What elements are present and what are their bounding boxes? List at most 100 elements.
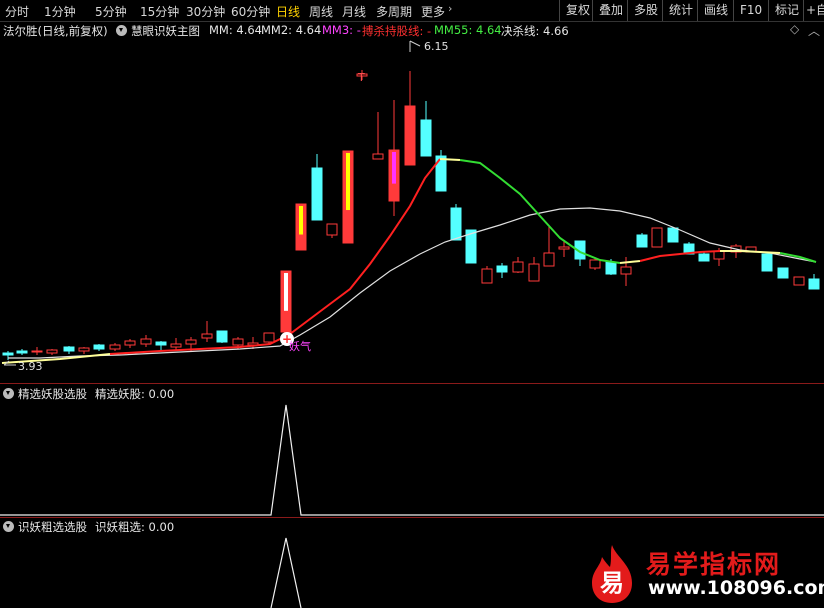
period-tab-daily[interactable]: 日线 <box>276 3 300 20</box>
candle-highlight-stripe <box>392 152 396 184</box>
period-tab-multi[interactable]: 多周期 <box>376 3 412 20</box>
candle-up <box>481 266 493 284</box>
panel2-signal-line <box>0 404 824 516</box>
candle-body <box>170 343 182 348</box>
flame-logo-icon: 易 <box>592 545 632 603</box>
kline-chart[interactable]: 6.15 T 3.93 + 妖气 <box>0 38 824 384</box>
more-chevron-icon[interactable]: › <box>448 2 452 15</box>
candle-up <box>543 227 555 267</box>
fuquan-button[interactable]: 复权 <box>559 0 596 21</box>
candle-body <box>620 266 632 275</box>
candle-down <box>698 252 710 262</box>
candle-highlight-stripe <box>299 206 303 235</box>
stats-button[interactable]: 统计 <box>662 0 699 21</box>
candle-body <box>185 339 197 345</box>
mm2-value: MM2: 4.64 <box>261 23 322 37</box>
ma-segment <box>619 260 641 264</box>
candle-up <box>295 203 307 251</box>
candle-body <box>528 263 540 282</box>
multi-stock-button[interactable]: 多股 <box>627 0 664 21</box>
period-tab-more[interactable]: 更多 <box>421 3 445 20</box>
candle-up <box>342 150 354 244</box>
candle-down <box>2 351 14 360</box>
candle-body <box>512 261 524 273</box>
candle-up <box>388 100 400 216</box>
candle-up <box>140 335 152 347</box>
f10-button[interactable]: F10 <box>733 0 768 21</box>
candle-down <box>435 150 447 192</box>
candle-up <box>78 347 90 354</box>
indicator-name[interactable]: 慧眼识妖主图 <box>131 23 200 39</box>
candle-down <box>63 346 75 354</box>
mark-button[interactable]: 标记 <box>768 0 805 21</box>
candle-down <box>761 253 773 272</box>
candle-body <box>31 350 43 353</box>
yaoqi-signal-label: 妖气 <box>289 339 311 353</box>
mm55-value: MM55: 4.64 <box>434 23 502 37</box>
candle-body <box>450 207 462 241</box>
period-tab-weekly[interactable]: 周线 <box>309 3 333 20</box>
period-tab-60min[interactable]: 60分钟 <box>231 3 270 20</box>
candle-up <box>46 349 58 355</box>
panel2-dropdown-icon[interactable] <box>3 388 14 399</box>
period-tab-fenshi[interactable]: 分时 <box>5 3 29 20</box>
candle-body <box>558 246 570 250</box>
candle-body <box>636 234 648 248</box>
panel-separator-2 <box>0 517 824 518</box>
panel2-signal-chart[interactable] <box>0 400 824 518</box>
period-tab-monthly[interactable]: 月线 <box>342 3 366 20</box>
candle-up <box>31 347 43 355</box>
watermark: 易 易学指标网 www.108096.com <box>582 543 824 605</box>
candle-body <box>605 261 617 275</box>
juesha-line-value: 决杀线: 4.66 <box>501 24 569 38</box>
candle-up <box>404 71 416 166</box>
candle-up <box>372 112 384 160</box>
watermark-title: 易学指标网 <box>646 550 782 579</box>
overlay-button[interactable]: 叠加 <box>592 0 629 21</box>
candle-body <box>761 253 773 272</box>
low-price-label: 3.93 <box>18 360 43 373</box>
add-custom-button[interactable]: +自 <box>803 0 824 21</box>
candle-body <box>78 347 90 352</box>
candle-body <box>420 119 432 157</box>
candle-down <box>450 204 462 241</box>
candlestick-series <box>2 70 820 360</box>
period-tab-30min[interactable]: 30分钟 <box>186 3 225 20</box>
mm3-value: MM3: - <box>322 23 361 37</box>
chevron-up-icon[interactable]: ︿ <box>808 22 820 39</box>
period-tab-1min[interactable]: 1分钟 <box>44 3 76 20</box>
candle-up <box>793 276 805 286</box>
candle-down <box>93 344 105 351</box>
candle-body <box>651 227 663 248</box>
candle-body <box>481 268 493 284</box>
candle-body <box>63 346 75 352</box>
candle-body <box>93 344 105 350</box>
candle-down <box>311 154 323 221</box>
candle-body <box>2 352 14 356</box>
candle-body <box>216 330 228 343</box>
panel3-dropdown-icon[interactable] <box>3 521 14 532</box>
draw-line-button[interactable]: 画线 <box>697 0 734 21</box>
candle-body <box>155 341 167 346</box>
candle-body <box>263 332 275 343</box>
candle-body <box>140 338 152 345</box>
candle-down <box>155 341 167 350</box>
dropdown-circle-icon[interactable] <box>116 25 127 36</box>
diamond-icon[interactable]: ◇ <box>790 22 799 36</box>
stock-title: 法尔胜(日线,前复权) <box>3 24 108 38</box>
candle-down <box>420 101 432 157</box>
bosha-line-value: 搏杀持股线: - <box>362 24 432 38</box>
candle-body <box>46 349 58 354</box>
panel-separator <box>0 383 824 384</box>
colored-moving-average-line <box>1 158 817 364</box>
period-tab-5min[interactable]: 5分钟 <box>95 3 127 20</box>
candle-down <box>16 349 28 355</box>
ma-segment <box>459 159 621 264</box>
candle-up <box>512 257 524 273</box>
candle-body <box>496 265 508 273</box>
period-tab-15min[interactable]: 15分钟 <box>140 3 179 20</box>
t-marker: T <box>357 71 365 84</box>
candle-body <box>16 350 28 354</box>
candle-body <box>698 253 710 262</box>
candle-up <box>280 270 292 333</box>
